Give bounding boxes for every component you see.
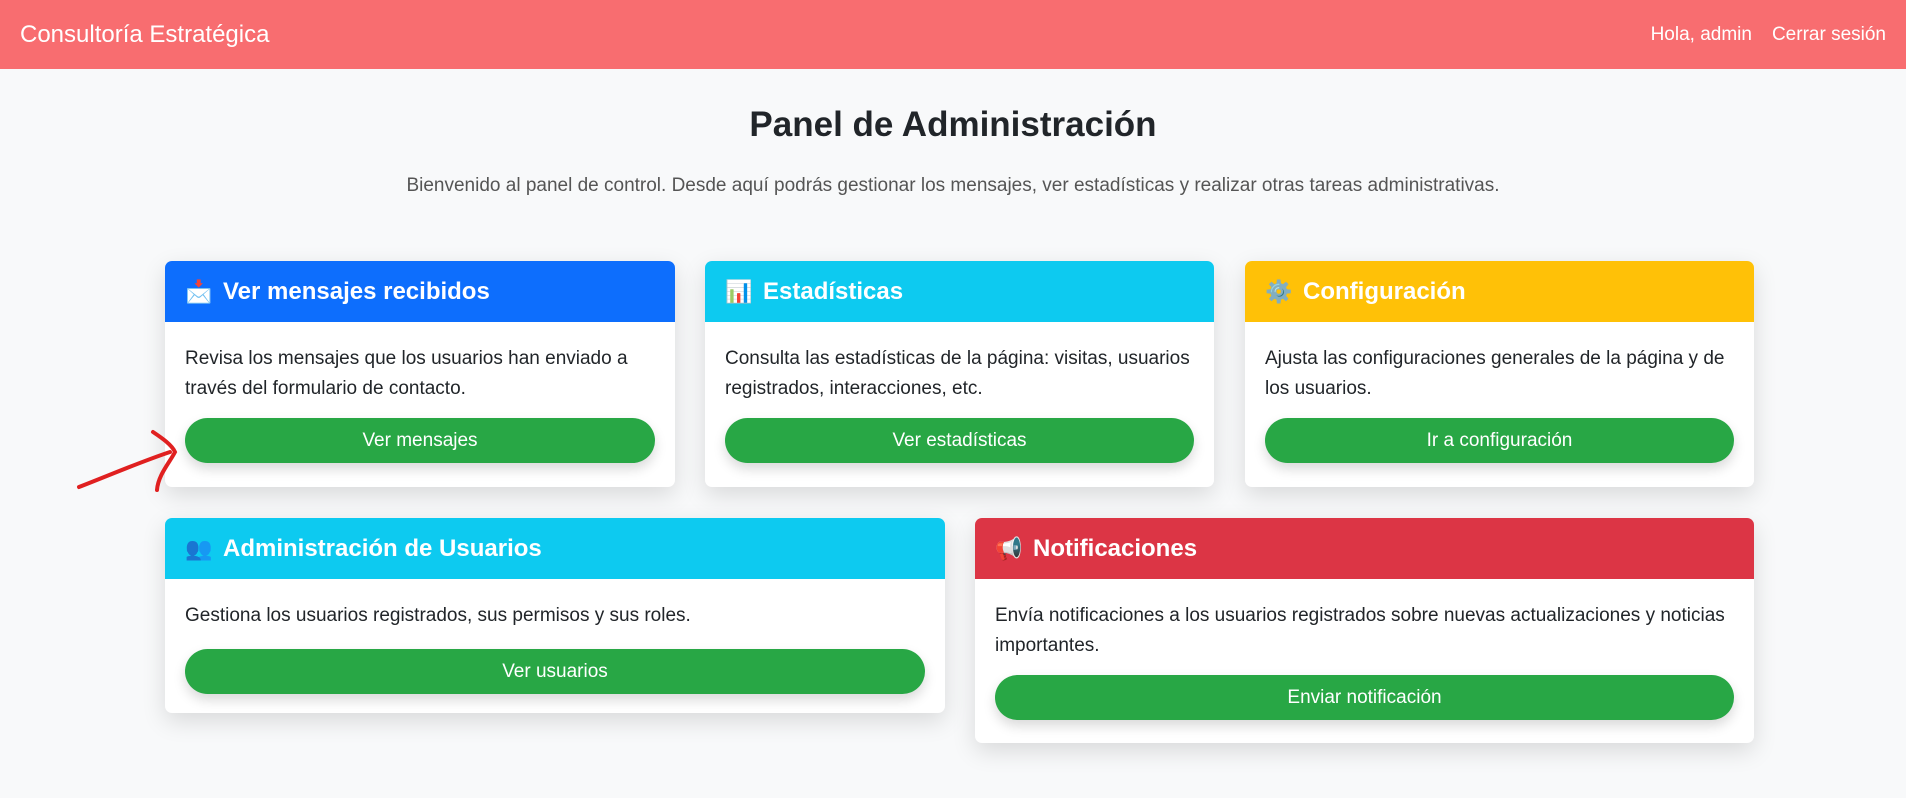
annotation-arrow [77, 430, 178, 492]
arrow-shaft [77, 450, 172, 489]
arrow-head [151, 430, 178, 492]
